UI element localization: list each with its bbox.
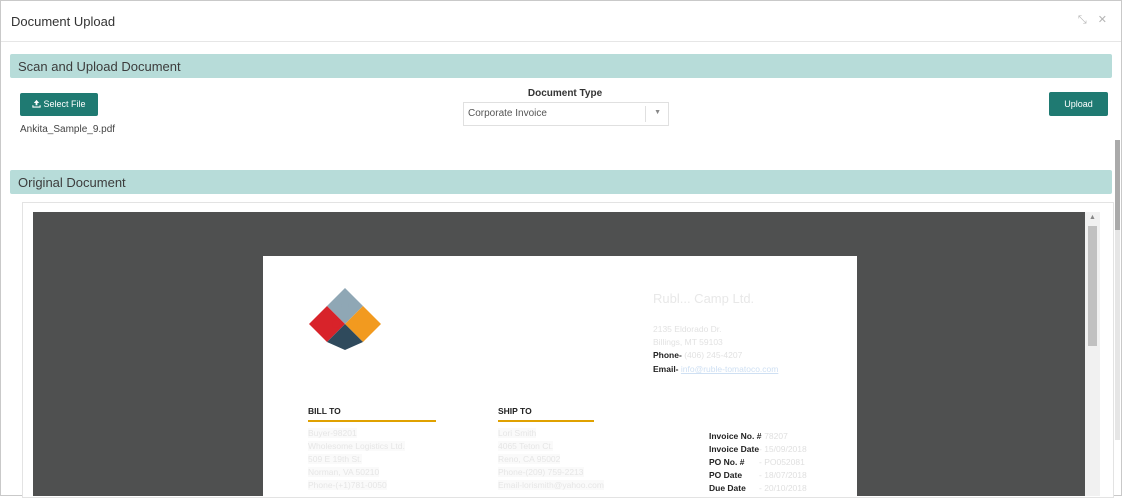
company-logo: [309, 288, 381, 350]
company-address-line1: 2135 Eldorado Dr.: [653, 324, 722, 334]
selected-file-name: Ankita_Sample_9.pdf: [20, 124, 116, 135]
company-address-line2: Billings, MT 59103: [653, 337, 723, 347]
invoice-field-value: - 78207: [759, 431, 788, 441]
close-icon[interactable]: ✕: [1098, 13, 1111, 26]
email-value: info@ruble-tomatoco.com: [680, 364, 779, 374]
invoice-field-label: Invoice Date: [709, 444, 760, 454]
invoice-field-value: - 20/10/2018: [759, 483, 807, 493]
upload-icon: [32, 99, 42, 108]
ship-to-rule: [498, 420, 594, 422]
ship-to-line: Email-lorismith@yahoo.com: [498, 480, 604, 490]
phone-label: Phone-: [653, 350, 682, 360]
document-type-value: Corporate Invoice: [468, 108, 547, 119]
scan-upload-heading: Scan and Upload Document: [18, 59, 181, 74]
scroll-up-icon[interactable]: ▲: [1089, 214, 1096, 221]
invoice-field-label: Invoice No. #: [709, 431, 762, 441]
title-bar: Document Upload ⤡ ✕: [1, 1, 1121, 42]
document-viewer[interactable]: Rubl... Camp Ltd. 2135 Eldorado Dr. Bill…: [33, 212, 1085, 496]
ship-to-line: Reno, CA 95002: [498, 454, 561, 464]
bill-to-line: 509 E 19th St.: [308, 454, 362, 464]
original-document-heading: Original Document: [18, 175, 126, 190]
bill-to-line: Wholesome Logistics Ltd.: [308, 441, 405, 451]
dialog-scrollbar-thumb[interactable]: [1115, 140, 1120, 230]
invoice-field-label: Due Date: [709, 483, 746, 493]
minimize-icon[interactable]: ⤡: [1078, 14, 1091, 27]
chevron-down-icon[interactable]: ▼: [654, 109, 661, 116]
ship-to-line: Lori Smith: [498, 428, 537, 438]
invoice-field-label: PO Date: [709, 470, 743, 480]
company-phone: Phone- (406) 245-4207: [653, 350, 742, 360]
email-label: Email-: [653, 364, 679, 374]
invoice-field-value: - PO052081: [759, 457, 805, 467]
bill-to-line: Buyer-98201: [308, 428, 357, 438]
company-name: Rubl... Camp Ltd.: [653, 291, 755, 306]
bill-to-heading: BILL TO: [308, 406, 341, 416]
invoice-field-value: - 15/09/2018: [759, 444, 807, 454]
dialog-title: Document Upload: [11, 14, 116, 29]
viewer-scrollbar[interactable]: ▲: [1085, 212, 1100, 496]
document-type-label: Document Type: [527, 88, 603, 99]
phone-value: (406) 245-4207: [684, 350, 743, 360]
bill-to-rule: [308, 420, 436, 422]
bill-to-line: Phone-(+1)781-0050: [308, 480, 387, 490]
viewer-scrollbar-thumb[interactable]: [1088, 226, 1097, 346]
dialog-scrollbar[interactable]: [1115, 140, 1120, 440]
select-separator: [645, 106, 646, 122]
window-controls: ⤡ ✕: [1078, 13, 1111, 27]
invoice-field-label: PO No. #: [709, 457, 745, 467]
ship-to-line: Phone-(209) 759-2213: [498, 467, 584, 477]
bill-to-line: Norman, VA 50210: [308, 467, 380, 477]
upload-button-label: Upload: [1064, 99, 1093, 109]
select-file-label: Select File: [43, 99, 86, 109]
document-page: Rubl... Camp Ltd. 2135 Eldorado Dr. Bill…: [263, 256, 857, 496]
upload-button[interactable]: Upload: [1049, 92, 1108, 116]
scan-upload-section-header: Scan and Upload Document: [10, 54, 1112, 78]
company-email: Email- info@ruble-tomatoco.com: [653, 364, 778, 374]
select-file-button[interactable]: Select File: [20, 93, 98, 116]
ship-to-line: 4065 Teton Ct.: [498, 441, 554, 451]
original-document-section-header: Original Document: [10, 170, 1112, 194]
invoice-field-value: - 18/07/2018: [759, 470, 807, 480]
ship-to-heading: SHIP TO: [498, 406, 532, 416]
document-type-select[interactable]: Corporate Invoice ▼: [463, 102, 669, 126]
